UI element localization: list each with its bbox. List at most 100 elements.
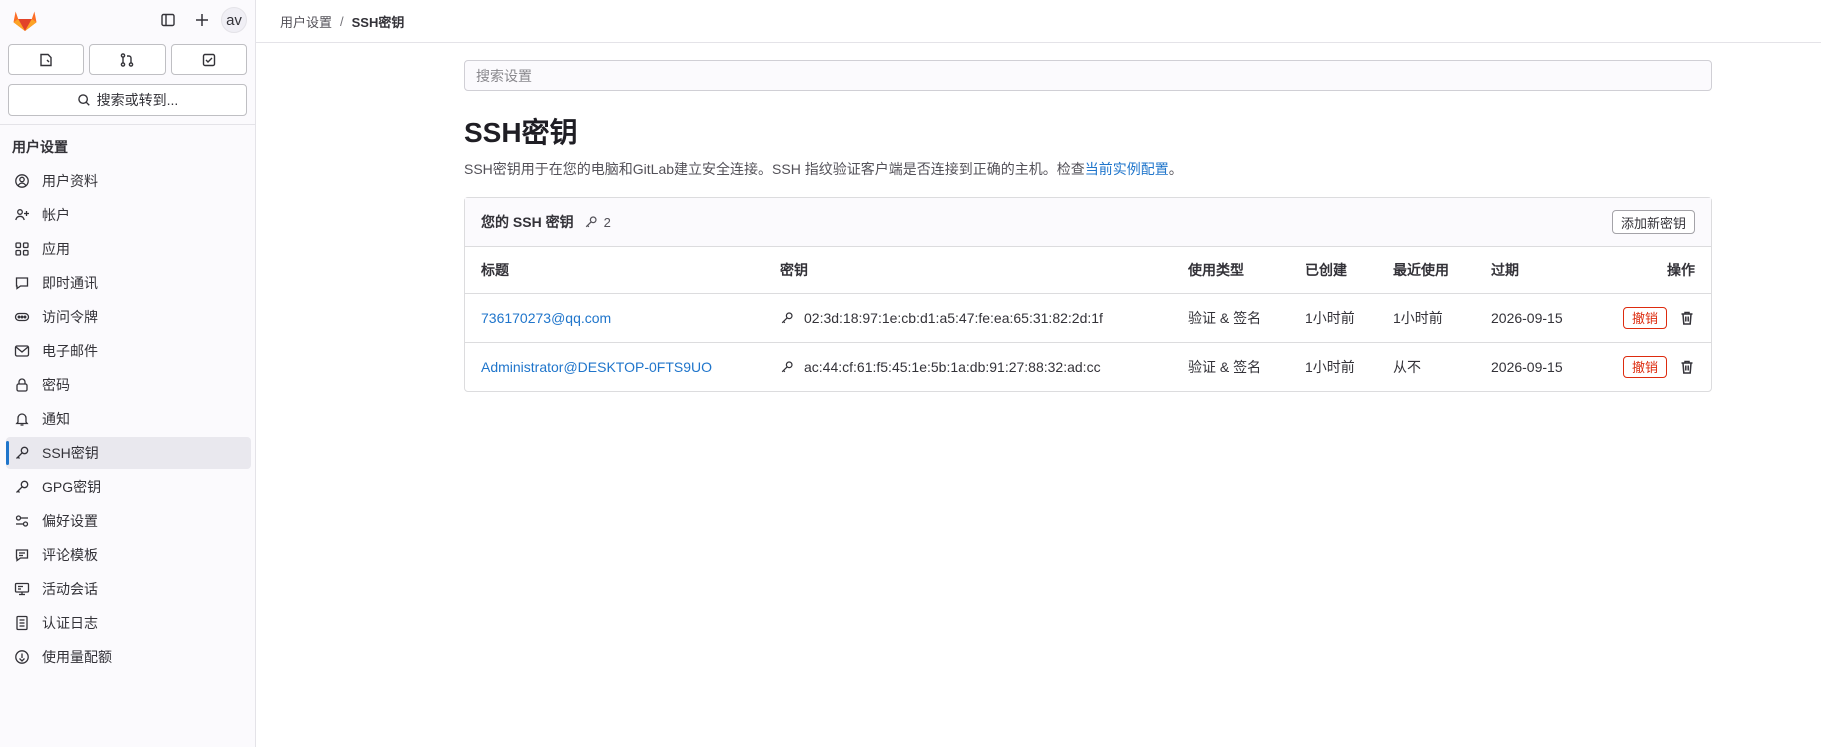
sidebar-toggle-icon[interactable]	[153, 5, 183, 35]
sidebar-item-usage-quotas[interactable]: 使用量配额	[6, 641, 251, 673]
todos-button[interactable]	[170, 44, 247, 75]
sidebar-item-auth-log[interactable]: 认证日志	[6, 607, 251, 639]
sidebar-item-notifications[interactable]: 通知	[6, 403, 251, 435]
sidebar: av 搜索或转到... 用户设置 用户资料 帐户 应用 即时通讯 访问令牌 电子…	[0, 0, 256, 747]
sidebar-item-label: 使用量配额	[42, 649, 112, 665]
key-title-link[interactable]: 736170273@qq.com	[481, 310, 611, 326]
row-actions: 撤销	[1591, 306, 1695, 329]
table-row: 736170273@qq.com 02:3d:18:97:1e:cb:d1:a5…	[465, 293, 1711, 343]
breadcrumb-separator: /	[340, 13, 344, 29]
revoke-button[interactable]: 撤销	[1622, 355, 1667, 378]
sidebar-item-label: GPG密钥	[42, 479, 102, 495]
column-header-created: 已创建	[1289, 247, 1377, 294]
sidebar-item-label: 认证日志	[42, 615, 98, 631]
account-icon	[14, 207, 30, 223]
key-fingerprint: 02:3d:18:97:1e:cb:d1:a5:47:fe:ea:65:31:8…	[780, 310, 1172, 326]
sidebar-item-active-sessions[interactable]: 活动会话	[6, 573, 251, 605]
page-description-text: SSH密钥用于在您的电脑和GitLab建立安全连接。SSH 指纹验证客户端是否连…	[464, 161, 1085, 177]
breadcrumb: 用户设置 / SSH密钥	[256, 0, 1821, 43]
sidebar-nav: 用户资料 帐户 应用 即时通讯 访问令牌 电子邮件 密码 通知 SSH密钥 GP…	[0, 165, 255, 673]
avatar[interactable]: av	[221, 7, 247, 33]
row-actions: 撤销	[1591, 355, 1695, 378]
applications-icon	[14, 241, 30, 257]
sidebar-item-profile[interactable]: 用户资料	[6, 165, 251, 197]
key-expires: 2026-09-15	[1475, 293, 1575, 343]
page-description: SSH密钥用于在您的电脑和GitLab建立安全连接。SSH 指纹验证客户端是否连…	[464, 159, 1712, 179]
sidebar-item-label: 用户资料	[42, 173, 98, 189]
merge-requests-button[interactable]	[89, 44, 166, 75]
breadcrumb-user-settings[interactable]: 用户设置	[280, 12, 332, 31]
table-row: Administrator@DESKTOP-0FTS9UO ac:44:cf:6…	[465, 342, 1711, 391]
column-header-usage: 使用类型	[1172, 247, 1289, 294]
key-fingerprint-value: 02:3d:18:97:1e:cb:d1:a5:47:fe:ea:65:31:8…	[804, 309, 1103, 326]
sidebar-item-emails[interactable]: 电子邮件	[6, 335, 251, 367]
key-icon	[781, 311, 793, 323]
sidebar-item-label: 活动会话	[42, 581, 98, 597]
key-last-used: 1小时前	[1377, 293, 1475, 343]
token-icon	[14, 309, 30, 325]
sidebar-item-applications[interactable]: 应用	[6, 233, 251, 265]
sidebar-item-preferences[interactable]: 偏好设置	[6, 505, 251, 537]
sidebar-item-chat[interactable]: 即时通讯	[6, 267, 251, 299]
search-button-label: 搜索或转到...	[96, 92, 179, 108]
sidebar-item-ssh-keys[interactable]: SSH密钥	[6, 437, 251, 469]
add-new-key-button[interactable]: 添加新密钥	[1611, 210, 1695, 234]
sidebar-item-label: 通知	[42, 411, 70, 427]
main-content: 搜索设置 SSH密钥 SSH密钥用于在您的电脑和GitLab建立安全连接。SSH…	[464, 60, 1712, 392]
column-header-title: 标题	[465, 247, 764, 294]
key-usage: 验证 & 签名	[1172, 293, 1289, 343]
sidebar-item-access-tokens[interactable]: 访问令牌	[6, 301, 251, 333]
delete-button[interactable]	[1679, 359, 1695, 375]
key-expires: 2026-09-15	[1491, 358, 1563, 375]
mail-icon	[14, 343, 30, 359]
merge-request-icon	[121, 52, 134, 67]
ssh-keys-count: 2	[584, 215, 611, 230]
monitor-icon	[14, 581, 30, 597]
search-settings-input[interactable]: 搜索设置	[464, 60, 1712, 91]
sidebar-item-label: 电子邮件	[42, 343, 98, 359]
create-new-icon[interactable]	[187, 5, 217, 35]
sidebar-item-label: 评论模板	[42, 547, 98, 563]
todo-icon	[202, 53, 216, 66]
ssh-keys-card: 您的 SSH 密钥 2 添加新密钥 标题 密钥 使用类型 已创建 最近使用 过期…	[464, 197, 1712, 392]
column-header-actions: 操作	[1575, 247, 1711, 294]
search-settings-placeholder: 搜索设置	[476, 67, 532, 84]
key-created: 1小时前	[1289, 293, 1377, 343]
delete-button[interactable]	[1679, 310, 1695, 326]
trash-icon	[1681, 360, 1693, 374]
breadcrumb-current[interactable]: SSH密钥	[352, 12, 405, 31]
lock-icon	[14, 377, 30, 393]
column-header-expires: 过期	[1475, 247, 1575, 294]
revoke-button[interactable]: 撤销	[1622, 306, 1667, 329]
log-icon	[14, 615, 30, 631]
sidebar-item-comment-templates[interactable]: 评论模板	[6, 539, 251, 571]
key-title-link[interactable]: Administrator@DESKTOP-0FTS9UO	[481, 359, 712, 375]
preferences-icon	[14, 513, 30, 529]
profile-icon	[14, 173, 30, 189]
key-icon	[14, 479, 30, 495]
sidebar-section-title: 用户设置	[12, 139, 68, 155]
sidebar-top: av	[0, 0, 255, 40]
page-title: SSH密钥	[464, 117, 578, 148]
sidebar-item-password[interactable]: 密码	[6, 369, 251, 401]
key-fingerprint-value: ac:44:cf:61:f5:45:1e:5b:1a:db:91:27:88:3…	[804, 358, 1101, 375]
key-usage: 验证 & 签名	[1188, 358, 1262, 375]
key-icon	[585, 216, 597, 228]
ssh-keys-table: 标题 密钥 使用类型 已创建 最近使用 过期 操作 736170273@qq.c…	[465, 247, 1711, 391]
quota-icon	[14, 649, 30, 665]
issues-button[interactable]	[8, 44, 85, 75]
ssh-keys-card-header: 您的 SSH 密钥 2 添加新密钥	[465, 198, 1711, 247]
sidebar-item-gpg-keys[interactable]: GPG密钥	[6, 471, 251, 503]
search-icon	[77, 94, 90, 106]
sidebar-item-account[interactable]: 帐户	[6, 199, 251, 231]
instance-config-link[interactable]: 当前实例配置	[1085, 161, 1169, 177]
sidebar-item-label: 应用	[42, 241, 70, 257]
issues-icon	[40, 53, 52, 66]
key-icon	[14, 445, 30, 461]
trash-icon	[1681, 311, 1693, 325]
column-header-key: 密钥	[764, 247, 1172, 294]
gitlab-logo-icon[interactable]	[12, 8, 38, 32]
ssh-keys-count-value: 2	[603, 214, 611, 230]
chat-icon	[14, 275, 30, 291]
search-or-goto-button[interactable]: 搜索或转到...	[8, 84, 247, 116]
